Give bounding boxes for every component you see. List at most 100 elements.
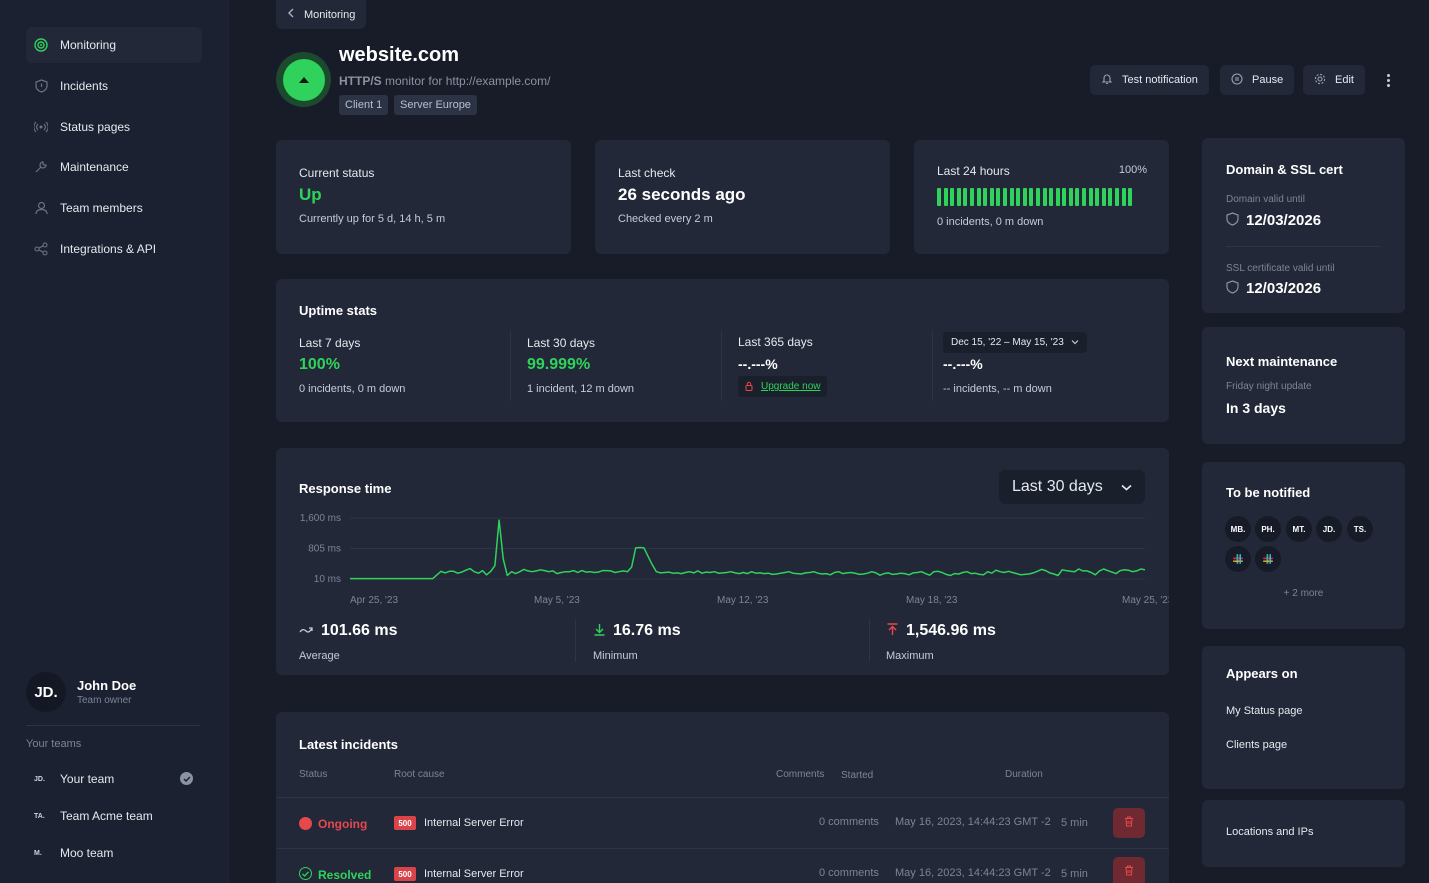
sidebar-item-team-members[interactable]: Team members (26, 190, 202, 226)
current-status-card: Current status Up Currently up for 5 d, … (276, 140, 571, 254)
sidebar-item-label: Incidents (60, 79, 109, 93)
button-label: Test notification (1122, 74, 1198, 86)
sidebar: Monitoring Incidents Status pages Mainte… (0, 0, 229, 883)
team-abbr: TA. (34, 812, 45, 820)
sidebar-item-maintenance[interactable]: Maintenance (26, 149, 202, 185)
column-header: Status (299, 769, 328, 780)
card-detail: 0 incidents, 0 m down (937, 216, 1044, 228)
error-code-badge: 500 (394, 867, 416, 881)
chevron-down-icon (1121, 478, 1132, 496)
slack-icon[interactable] (1255, 546, 1281, 572)
back-button[interactable]: Monitoring (276, 0, 367, 29)
chevron-left-icon (287, 8, 295, 21)
slack-icon[interactable] (1225, 546, 1251, 572)
range-select[interactable]: Last 30 days (999, 470, 1145, 504)
maintenance-name: Friday night update (1226, 381, 1312, 392)
x-tick-label: Apr 25, '23 (350, 595, 398, 606)
sidebar-item-label: Monitoring (60, 38, 117, 52)
sidebar-item-status-pages[interactable]: Status pages (26, 109, 202, 145)
uptime-label: Last 7 days (299, 336, 361, 350)
avatar[interactable]: PH. (1255, 516, 1281, 542)
status-page-link[interactable]: My Status page (1226, 705, 1302, 717)
last-check-card: Last check 26 seconds ago Checked every … (595, 140, 890, 254)
shield-icon (34, 79, 48, 93)
appears-on-card: Appears on My Status page Clients page (1202, 646, 1405, 789)
chevron-down-icon (1071, 337, 1079, 348)
y-tick-label: 10 ms (314, 574, 341, 585)
pause-button[interactable]: Pause (1220, 65, 1295, 95)
delete-button[interactable] (1113, 808, 1145, 838)
uptime-label: Last 365 days (738, 335, 813, 349)
team-item[interactable]: M. Moo team (26, 839, 202, 867)
uptime-percent: 100% (1118, 164, 1147, 176)
x-tick-label: May 25, '23 (1122, 595, 1169, 606)
uptime-value: 99.999% (527, 356, 591, 373)
lock-icon (745, 380, 753, 394)
section-title: Response time (299, 481, 392, 496)
user-icon (34, 201, 48, 215)
uptime-bar (996, 188, 1001, 206)
date-range-select[interactable]: Dec 15, '22 – May 15, '23 (943, 332, 1087, 353)
sidebar-item-incidents[interactable]: Incidents (26, 68, 202, 104)
avatar[interactable]: MT. (1286, 516, 1312, 542)
tag[interactable]: Client 1 (339, 95, 389, 115)
locations-card[interactable]: Locations and IPs (1202, 800, 1405, 867)
x-tick-label: May 18, '23 (906, 595, 958, 606)
sidebar-item-integrations[interactable]: Integrations & API (26, 231, 202, 267)
upgrade-now-button[interactable]: Upgrade now (738, 376, 828, 397)
uptime-bar (989, 188, 994, 206)
uptime-value: 100% (299, 356, 340, 373)
delete-button[interactable] (1113, 857, 1145, 883)
response-time-line (350, 519, 1146, 580)
uptime-stats-card: Uptime stats Last 7 days 100% 0 incident… (276, 279, 1169, 422)
avatar[interactable]: TS. (1347, 516, 1373, 542)
test-notification-button[interactable]: Test notification (1090, 65, 1209, 95)
avatar[interactable]: MB. (1225, 516, 1251, 542)
next-maintenance-card: Next maintenance Friday night update In … (1202, 327, 1405, 444)
uptime-bar (1002, 188, 1007, 206)
team-name: Team Acme team (60, 809, 153, 823)
error-code-badge: 500 (394, 816, 416, 830)
edit-button[interactable]: Edit (1303, 65, 1365, 95)
uptime-detail: 0 incidents, 0 m down (299, 383, 406, 395)
pause-icon (1231, 72, 1243, 88)
button-label: Pause (1252, 74, 1284, 86)
card-label: Last 24 hours (937, 164, 1010, 178)
sidebar-item-monitoring[interactable]: Monitoring (26, 27, 202, 63)
divider (575, 619, 576, 662)
gear-icon (1314, 73, 1326, 88)
uptime-value: --.---% (943, 356, 983, 372)
stat-value: 16.76 ms (613, 622, 681, 639)
sidebar-item-label: Integrations & API (60, 242, 157, 256)
ssl-label: SSL certificate valid until (1226, 263, 1335, 274)
locations-link: Locations and IPs (1226, 826, 1314, 838)
sidebar-item-label: Status pages (60, 120, 131, 134)
last-24-hours-card: Last 24 hours 100% 0 incidents, 0 m down (914, 140, 1169, 254)
card-label: Current status (299, 166, 375, 180)
domain-label: Domain valid until (1226, 194, 1305, 205)
page-subtitle: HTTP/S monitor for http://example.com/ (339, 74, 550, 88)
column-header: Duration (1005, 769, 1043, 780)
team-item[interactable]: TA. Team Acme team (26, 802, 202, 830)
status-page-link[interactable]: Clients page (1226, 739, 1287, 751)
incident-status: Ongoing (318, 817, 368, 831)
uptime-bar (1062, 188, 1067, 206)
upgrade-label: Upgrade now (761, 381, 821, 392)
table-row[interactable]: Resolved 500 Internal Server Error 0 com… (276, 849, 1169, 883)
section-title: Domain & SSL cert (1226, 162, 1343, 177)
root-cause: 500 Internal Server Error (394, 867, 524, 881)
stat-average: 101.66 ms (299, 622, 398, 640)
uptime-bar (969, 188, 974, 206)
maintenance-when: In 3 days (1226, 400, 1286, 416)
tag[interactable]: Server Europe (394, 95, 477, 115)
card-label: Last check (618, 166, 676, 180)
root-cause: 500 Internal Server Error (394, 816, 524, 830)
response-time-chart: 1,600 ms 805 ms 10 ms Apr 25, '23 May 5, '23… (300, 513, 1169, 606)
more-link[interactable]: + 2 more (1202, 588, 1405, 599)
user-profile[interactable]: JD. John Doe Team owner (26, 672, 136, 712)
broadcast-icon (34, 120, 48, 134)
avatar[interactable]: JD. (1316, 516, 1342, 542)
more-options-icon[interactable] (1379, 68, 1397, 92)
team-item[interactable]: JD. Your team (26, 765, 202, 793)
table-row[interactable]: Ongoing 500 Internal Server Error 0 comm… (276, 798, 1169, 848)
